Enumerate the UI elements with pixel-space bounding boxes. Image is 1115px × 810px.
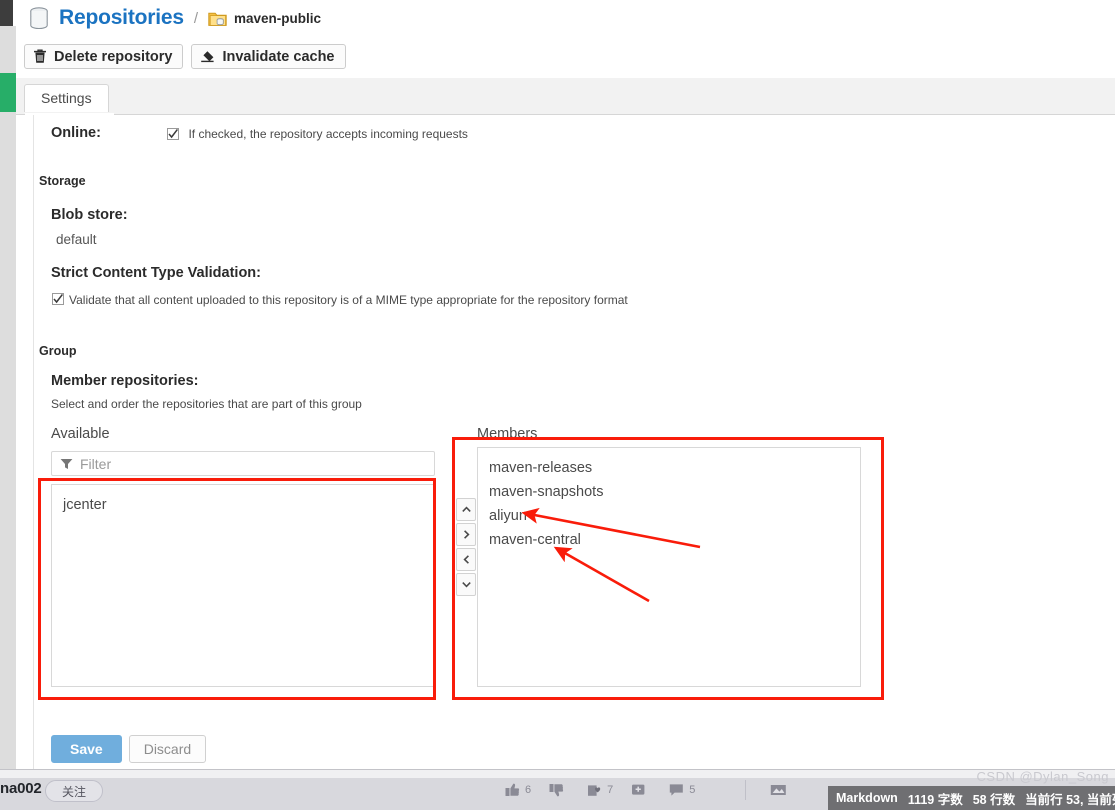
- blob-store-value: default: [56, 232, 97, 247]
- status-line-count: 58 行数: [972, 792, 1016, 807]
- blob-store-label: Blob store:: [51, 207, 128, 223]
- list-item[interactable]: maven-releases: [478, 456, 860, 480]
- chrome-top-strip: [0, 770, 1115, 778]
- list-item[interactable]: maven-central: [478, 528, 860, 552]
- tab-strip: Settings: [16, 78, 1115, 115]
- favorite-counter[interactable]: 7: [587, 783, 613, 797]
- comment-icon: [670, 784, 684, 796]
- save-button[interactable]: Save: [51, 735, 122, 763]
- list-item[interactable]: aliyun: [478, 504, 860, 528]
- left-rail-background: [0, 26, 16, 810]
- share-counter[interactable]: [770, 783, 787, 797]
- bottom-chrome: na002 关注 6 7 5 CSDN @Dylan_Song Markdown…: [0, 769, 1115, 810]
- chevron-down-icon: [461, 582, 471, 588]
- invalidate-cache-button[interactable]: Invalidate cache: [191, 44, 346, 69]
- status-word-count: 1119 字数: [907, 792, 963, 807]
- status-cursor-position: 当前行 53, 当前列 7: [1025, 792, 1115, 807]
- storage-section-title: Storage: [39, 174, 86, 188]
- share-group: [770, 783, 787, 797]
- repository-action-toolbar: Delete repository Invalidate cache: [16, 44, 346, 69]
- member-repositories-hint: Select and order the repositories that a…: [51, 397, 362, 411]
- move-left-button[interactable]: [456, 548, 476, 571]
- settings-form: Online: If checked, the repository accep…: [33, 115, 1115, 770]
- invalidate-cache-label: Invalidate cache: [222, 48, 335, 65]
- favorite-icon: [588, 785, 601, 796]
- comment-count: 5: [689, 784, 696, 796]
- move-up-button[interactable]: [456, 498, 476, 521]
- discard-button[interactable]: Discard: [128, 735, 207, 763]
- delete-repository-label: Delete repository: [54, 48, 173, 65]
- checkbox-checked-icon[interactable]: [52, 293, 64, 305]
- available-column-header: Available: [51, 426, 110, 442]
- online-checkbox-wrap[interactable]: If checked, the repository accepts incom…: [167, 125, 468, 143]
- eraser-icon: [201, 50, 215, 62]
- engagement-counters: 6 7 5: [505, 783, 695, 797]
- thumbs-up-counter[interactable]: 6: [505, 783, 531, 797]
- member-repositories-label: Member repositories:: [51, 373, 199, 389]
- form-footer: Save Discard: [51, 735, 207, 763]
- trash-icon: [34, 49, 46, 63]
- list-item[interactable]: maven-snapshots: [478, 480, 860, 504]
- comment-counter[interactable]: 5: [669, 783, 695, 797]
- repository-folder-icon: [208, 12, 227, 26]
- members-column-header: Members: [477, 426, 538, 442]
- checkbox-checked-icon[interactable]: [167, 128, 179, 140]
- follow-button[interactable]: 关注: [45, 780, 103, 802]
- thumbs-down-counter[interactable]: [549, 783, 569, 797]
- chrome-divider: [745, 780, 746, 800]
- chevron-right-icon: [463, 530, 470, 539]
- left-rail-dark-block: [0, 0, 13, 26]
- available-filter-input[interactable]: Filter: [51, 451, 435, 476]
- breadcrumb: Repositories / maven-public: [16, 0, 321, 36]
- move-down-button[interactable]: [456, 573, 476, 596]
- online-label: Online:: [51, 125, 101, 141]
- group-section-title: Group: [39, 344, 77, 358]
- repository-settings-page: Repositories / maven-public Delete repos…: [16, 0, 1115, 810]
- online-hint: If checked, the repository accepts incom…: [188, 127, 468, 141]
- status-mode: Markdown: [836, 791, 898, 805]
- chevron-up-icon: [461, 506, 471, 512]
- strict-validation-row[interactable]: Validate that all content uploaded to th…: [52, 293, 628, 307]
- favorite-count: 7: [607, 784, 614, 796]
- csdn-watermark: CSDN @Dylan_Song: [976, 769, 1109, 784]
- move-right-button[interactable]: [456, 523, 476, 546]
- breadcrumb-separator: /: [193, 9, 198, 27]
- breadcrumb-current-repository: maven-public: [233, 10, 322, 26]
- thumbs-up-icon: [505, 783, 520, 796]
- member-repositories-list[interactable]: maven-releases maven-snapshots aliyun ma…: [477, 447, 861, 687]
- left-rail-green-accent: [0, 73, 16, 112]
- thumbs-down-icon: [549, 784, 564, 797]
- share-icon: [770, 785, 786, 795]
- transfer-button-group: [456, 498, 476, 596]
- blog-author-name: na002: [0, 780, 42, 797]
- online-field-row: Online: If checked, the repository accep…: [51, 125, 468, 143]
- funnel-icon: [60, 458, 73, 469]
- strict-validation-label: Strict Content Type Validation:: [51, 265, 261, 281]
- list-item[interactable]: jcenter: [52, 493, 434, 517]
- tab-settings[interactable]: Settings: [24, 84, 109, 112]
- available-filter-placeholder: Filter: [80, 455, 112, 472]
- chevron-left-icon: [462, 555, 469, 564]
- editor-status-bar: Markdown 1119 字数 58 行数 当前行 53, 当前列 7: [828, 786, 1115, 810]
- star-icon: [632, 784, 645, 795]
- strict-validation-hint: Validate that all content uploaded to th…: [69, 293, 628, 307]
- star-counter[interactable]: [631, 783, 651, 797]
- available-repositories-list[interactable]: jcenter: [51, 484, 435, 687]
- breadcrumb-root-link[interactable]: Repositories: [59, 6, 184, 30]
- database-icon: [30, 7, 48, 29]
- thumbs-up-count: 6: [525, 784, 532, 796]
- delete-repository-button[interactable]: Delete repository: [24, 44, 184, 69]
